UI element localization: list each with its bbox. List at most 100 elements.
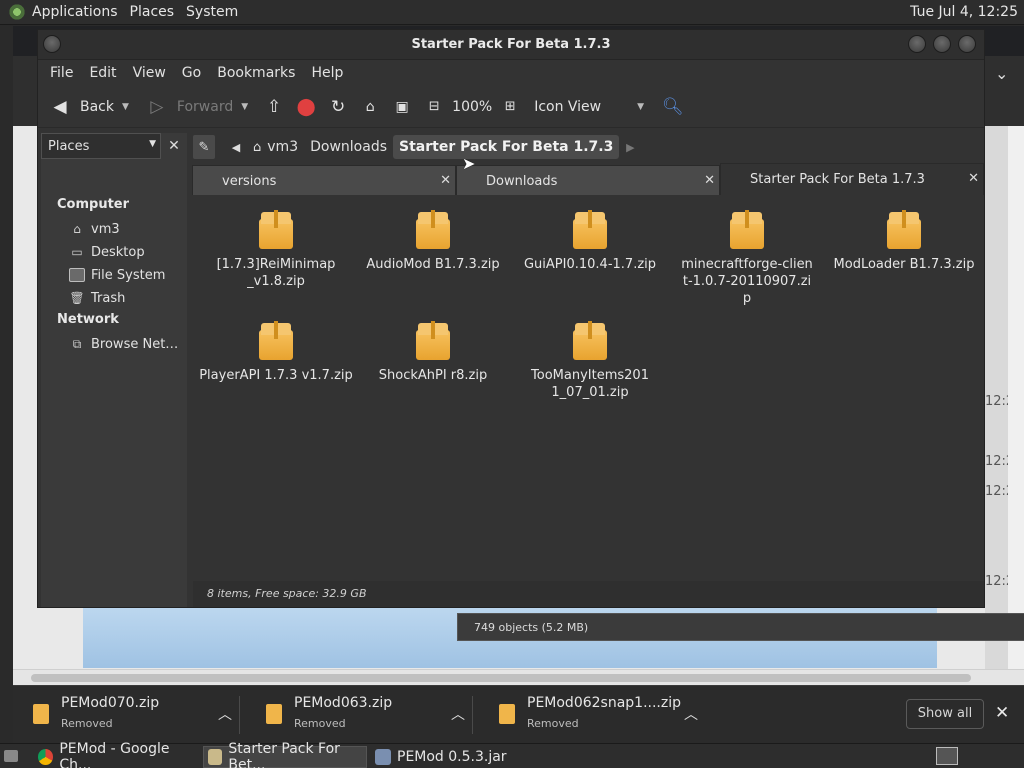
menu-file[interactable]: File — [42, 65, 81, 81]
taskbar-item-jar[interactable]: PEMod 0.5.3.jar — [371, 746, 531, 768]
sidebar-item-trash[interactable]: 🗑︎ Trash — [69, 288, 125, 308]
tab-downloads[interactable]: Downloads ✕ — [456, 165, 720, 195]
tab-versions[interactable]: versions ✕ — [192, 165, 456, 195]
file-name: AudioMod B1.7.3.zip — [366, 257, 500, 272]
tab-starter-pack[interactable]: Starter Pack For Beta 1.7.3 ✕ — [720, 163, 984, 195]
chrome-menu-chevron-icon[interactable]: ⌄ — [995, 64, 1008, 83]
menubar: File Edit View Go Bookmarks Help — [38, 60, 984, 86]
sidebar-item-browse-network[interactable]: ⧉ Browse Net… — [69, 334, 179, 354]
view-mode-select[interactable]: Icon View ▼ — [528, 93, 650, 121]
maximize-icon[interactable] — [933, 35, 951, 53]
stop-button[interactable]: ⬤ — [290, 93, 322, 121]
show-desktop-icon[interactable] — [4, 750, 18, 762]
close-icon[interactable]: ✕ — [995, 703, 1009, 723]
trash-icon: 🗑︎ — [69, 291, 85, 305]
breadcrumb-vm3[interactable]: ⌂ vm3 — [247, 135, 304, 159]
clock[interactable]: Tue Jul 4, 12:25 — [910, 4, 1018, 20]
back-dropdown-icon[interactable]: ▼ — [122, 102, 129, 112]
drive-icon — [69, 268, 85, 282]
tab-close-icon[interactable]: ✕ — [440, 173, 451, 188]
sidebar: Places ▼ ✕ Computer ⌂ vm3 ▭ Desktop File S… — [41, 133, 187, 607]
zoom-in-icon: ⊞ — [504, 98, 516, 114]
sidebar-close-icon[interactable]: ✕ — [163, 133, 185, 159]
workspace-switcher[interactable] — [936, 747, 958, 765]
chevron-up-icon[interactable]: ︿ — [451, 704, 465, 724]
show-all-button[interactable]: Show all — [906, 699, 984, 729]
places-menu[interactable]: Places — [124, 4, 181, 20]
tab-close-icon[interactable]: ✕ — [704, 173, 715, 188]
zip-archive-icon — [416, 210, 450, 250]
zoom-in-button[interactable]: ⊞ — [494, 93, 526, 121]
breadcrumb-scroll-right-icon[interactable]: ▶ — [619, 135, 641, 159]
download-status: Removed — [527, 717, 579, 730]
up-button[interactable]: ⇧ — [258, 93, 290, 121]
status-bar: 8 items, Free space: 32.9 GB — [193, 581, 984, 607]
zip-archive-icon — [259, 321, 293, 361]
file-item[interactable]: [1.7.3]ReiMinimap_v1.8.zip — [198, 210, 354, 290]
sidebar-item-filesystem[interactable]: File System — [69, 265, 165, 285]
applications-menu[interactable]: Applications — [26, 4, 124, 20]
menu-help[interactable]: Help — [303, 65, 351, 81]
file-item[interactable]: TooManyItems2011_07_01.zip — [512, 321, 668, 401]
menu-view[interactable]: View — [125, 65, 174, 81]
taskbar-item-chrome[interactable]: PEMod - Google Ch... — [34, 741, 200, 768]
sidebar-item-vm3[interactable]: ⌂ vm3 — [69, 219, 119, 239]
home-button[interactable]: ⌂ — [354, 93, 386, 121]
zip-file-icon — [33, 704, 49, 724]
tab-bar: versions ✕ Downloads ✕ Starter Pack For … — [192, 163, 984, 195]
back-button[interactable]: ◀ Back ▼ — [44, 93, 135, 121]
menu-bookmarks[interactable]: Bookmarks — [209, 65, 303, 81]
download-item[interactable]: PEMod063.zip Removed ︿ — [246, 686, 473, 744]
reload-button[interactable]: ↻ — [322, 93, 354, 121]
menu-edit[interactable]: Edit — [81, 65, 124, 81]
file-item[interactable]: AudioMod B1.7.3.zip — [355, 210, 511, 273]
sidebar-places-selector[interactable]: Places ▼ — [41, 133, 161, 159]
system-menu[interactable]: System — [180, 4, 244, 20]
sidebar-item-desktop[interactable]: ▭ Desktop — [69, 242, 144, 262]
gnome-foot-icon[interactable] — [8, 3, 26, 21]
chrome-horizontal-scrollbar[interactable] — [13, 669, 1024, 685]
forward-button[interactable]: ▷ Forward ▼ — [141, 93, 254, 121]
file-icon-view[interactable]: [1.7.3]ReiMinimap_v1.8.zip AudioMod B1.7… — [193, 195, 984, 579]
taskbar-item-file-manager[interactable]: Starter Pack For Bet... — [203, 741, 367, 768]
download-item[interactable]: PEMod062snap1....zip Removed ︿ — [479, 686, 705, 744]
breadcrumb-scroll-left-icon[interactable]: ◀ — [225, 135, 247, 159]
places-header-label: Places — [48, 139, 90, 154]
file-item[interactable]: minecraftforge-client-1.0.7-20110907.zip — [669, 210, 825, 307]
menu-go[interactable]: Go — [174, 65, 209, 81]
download-status: Removed — [61, 717, 113, 730]
breadcrumb-downloads[interactable]: Downloads — [304, 135, 393, 159]
scrollbar-thumb[interactable] — [31, 674, 971, 682]
close-icon[interactable] — [958, 35, 976, 53]
taskbar-item-label: PEMod 0.5.3.jar — [397, 749, 507, 765]
minimize-icon[interactable] — [908, 35, 926, 53]
mouse-cursor-icon: ➤ — [462, 154, 476, 173]
zoom-out-icon: ⊟ — [428, 98, 440, 114]
breadcrumb-label: vm3 — [267, 139, 299, 155]
computer-button[interactable]: ▣ — [386, 93, 418, 121]
chevron-up-icon[interactable]: ︿ — [684, 704, 698, 724]
chrome-vertical-scrollbar[interactable] — [1008, 126, 1024, 671]
breadcrumb-current[interactable]: Starter Pack For Beta 1.7.3 — [393, 135, 620, 159]
forward-arrow-icon: ▷ — [150, 96, 164, 117]
view-mode-label: Icon View — [534, 98, 602, 115]
zip-archive-icon — [259, 210, 293, 250]
up-arrow-icon: ⇧ — [267, 96, 282, 117]
file-item[interactable]: ShockAhPI r8.zip — [355, 321, 511, 384]
chrome-icon — [38, 749, 54, 765]
file-item[interactable]: GuiAPI0.10.4-1.7.zip — [512, 210, 668, 273]
tab-close-icon[interactable]: ✕ — [968, 171, 979, 186]
search-button[interactable]: 🔍︎ — [656, 93, 688, 121]
file-item[interactable]: PlayerAPI 1.7.3 v1.7.zip — [198, 321, 354, 384]
file-name: ShockAhPI r8.zip — [378, 368, 488, 383]
zoom-out-button[interactable]: ⊟ — [418, 93, 450, 121]
download-item[interactable]: PEMod070.zip Removed ︿ — [13, 686, 240, 744]
file-item[interactable]: ModLoader B1.7.3.zip — [826, 210, 982, 273]
forward-dropdown-icon[interactable]: ▼ — [241, 102, 248, 112]
edit-location-button[interactable]: ✎ — [193, 135, 215, 159]
chevron-up-icon[interactable]: ︿ — [218, 704, 232, 724]
back-arrow-icon: ◀ — [53, 96, 67, 117]
window-titlebar[interactable]: Starter Pack For Beta 1.7.3 — [38, 30, 984, 60]
folder-icon — [208, 749, 223, 765]
stop-icon: ⬤ — [296, 96, 316, 117]
